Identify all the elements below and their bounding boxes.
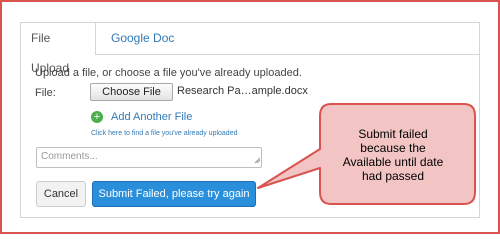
- resize-grip-icon: [254, 157, 261, 164]
- callout-line: had passed: [361, 169, 425, 183]
- callout-line: Submit failed: [358, 127, 428, 141]
- callout-line: because the: [360, 141, 426, 155]
- callout-message: Submit failed because the Available unti…: [333, 127, 453, 183]
- callout-bubble: [254, 103, 476, 205]
- callout-line: Available until date: [342, 155, 444, 169]
